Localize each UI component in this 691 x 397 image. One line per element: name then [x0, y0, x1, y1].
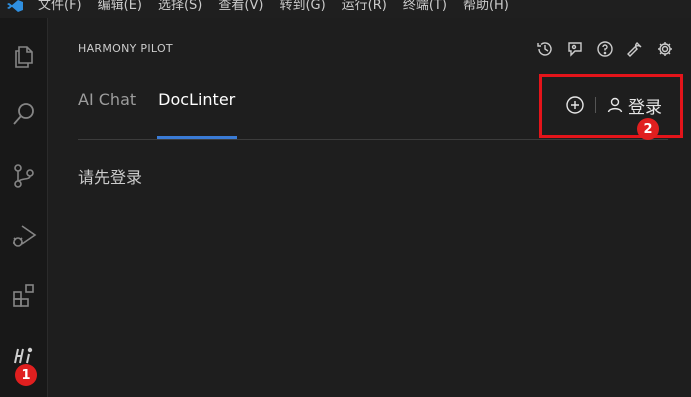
- activity-bar: 1: [0, 18, 48, 397]
- menu-selection[interactable]: 选择(S): [150, 0, 210, 12]
- menu-terminal[interactable]: 终端(T): [395, 0, 455, 12]
- tab-doclinter[interactable]: DocLinter: [158, 90, 235, 121]
- harmony-pilot-panel: HARMONY PILOT AI Chat DocLinter 登录 2 请先登…: [49, 18, 691, 397]
- login-prompt-message: 请先登录: [78, 168, 143, 187]
- tabs-divider: [78, 139, 668, 140]
- help-icon[interactable]: [593, 37, 617, 61]
- menu-file[interactable]: 文件(F): [30, 0, 90, 12]
- menubar: 文件(F) 编辑(E) 选择(S) 查看(V) 转到(G) 运行(R) 终端(T…: [0, 0, 691, 18]
- menu-run[interactable]: 运行(R): [334, 0, 395, 12]
- wrench-icon[interactable]: [623, 37, 647, 61]
- settings-icon[interactable]: [653, 37, 677, 61]
- menu-view[interactable]: 查看(V): [210, 0, 271, 12]
- search-icon[interactable]: [0, 92, 48, 136]
- panel-title: HARMONY PILOT: [78, 42, 173, 55]
- annotation-badge-1: 1: [15, 364, 37, 386]
- panel-title-actions: [533, 37, 677, 61]
- menu-edit[interactable]: 编辑(E): [90, 0, 150, 12]
- vscode-logo-icon: [0, 0, 30, 18]
- history-icon[interactable]: [533, 37, 557, 61]
- extensions-icon[interactable]: [0, 274, 48, 318]
- source-control-icon[interactable]: [0, 154, 48, 198]
- run-debug-icon[interactable]: [0, 214, 48, 258]
- annotation-badge-2: 2: [637, 118, 659, 140]
- panel-tabs: AI Chat DocLinter: [78, 90, 257, 121]
- highlight-box: [539, 74, 683, 138]
- menu-help[interactable]: 帮助(H): [455, 0, 517, 12]
- explorer-icon[interactable]: [0, 34, 48, 78]
- feedback-icon[interactable]: [563, 37, 587, 61]
- menu-go[interactable]: 转到(G): [271, 0, 333, 12]
- tab-ai-chat[interactable]: AI Chat: [78, 90, 136, 121]
